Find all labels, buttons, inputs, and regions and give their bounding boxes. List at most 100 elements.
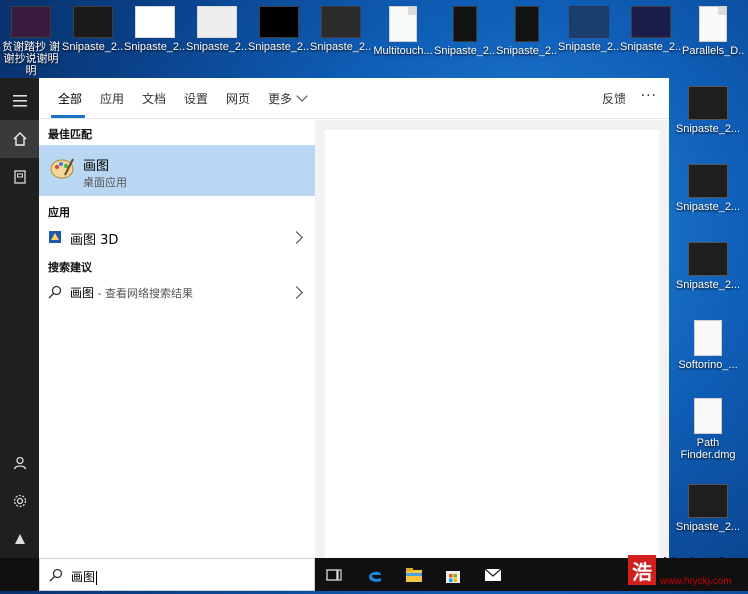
more-options-button[interactable]: ··· bbox=[641, 88, 657, 104]
search-query-text: 画图 bbox=[71, 570, 96, 584]
desktop-icon[interactable]: Multitouch... bbox=[372, 0, 434, 68]
tab-web[interactable]: 网页 bbox=[226, 90, 250, 107]
desktop-icon-label: Snipaste_2... bbox=[496, 45, 558, 57]
task-view-icon[interactable] bbox=[323, 564, 345, 586]
hamburger-menu-icon[interactable] bbox=[0, 82, 39, 120]
desktop-icon[interactable]: Snipaste_2... bbox=[310, 0, 372, 68]
desktop-icon-label: Snipaste_2... bbox=[675, 279, 741, 291]
feedback-hub-icon[interactable] bbox=[0, 520, 39, 558]
feedback-button[interactable]: 反馈 bbox=[602, 90, 626, 107]
desktop-icon[interactable]: Snipaste_2... bbox=[124, 0, 186, 68]
image-thumbnail-icon bbox=[569, 6, 609, 38]
desktop-icon-label: Snipaste_2... bbox=[675, 521, 741, 533]
desktop-icon[interactable]: Snipaste_2... bbox=[434, 0, 496, 68]
paint-app-icon bbox=[50, 158, 74, 179]
desktop-icon[interactable]: Snipaste_2... bbox=[668, 160, 748, 236]
store-icon[interactable] bbox=[442, 564, 464, 586]
desktop-icon[interactable]: Path Finder.dmg bbox=[668, 394, 748, 470]
desktop-icon-label: Snipaste_2... bbox=[124, 41, 186, 53]
user-icon[interactable] bbox=[0, 444, 39, 482]
desktop-icon-label: Snipaste_2... bbox=[434, 45, 496, 57]
best-match-result[interactable]: 画图 桌面应用 bbox=[39, 145, 315, 196]
suggestion-query: 画图 bbox=[70, 286, 95, 300]
desktop-icon[interactable]: Snipaste_2... bbox=[668, 82, 748, 158]
tab-settings[interactable]: 设置 bbox=[184, 90, 208, 107]
paint-3d-icon bbox=[49, 231, 61, 243]
image-thumbnail-icon bbox=[453, 6, 477, 42]
start-rail bbox=[0, 78, 39, 591]
app-result-paint3d[interactable]: 画图 3D bbox=[39, 223, 315, 251]
desktop-icon[interactable]: Snipaste_2... bbox=[620, 0, 682, 68]
watermark-url: www.hryckj.com bbox=[660, 576, 732, 587]
home-icon[interactable] bbox=[0, 120, 39, 158]
search-icon bbox=[48, 285, 62, 299]
taskbar-search-box[interactable]: 画图 bbox=[39, 558, 315, 591]
desktop-icon[interactable]: Snipaste_2... bbox=[558, 0, 620, 68]
desktop-icon-label: Snipaste_2... bbox=[310, 41, 372, 53]
text-caret bbox=[96, 570, 98, 585]
tab-more[interactable]: 更多 bbox=[268, 90, 308, 107]
app-result-label: 画图 3D bbox=[70, 233, 119, 248]
web-suggestion[interactable]: 画图 - 查看网络搜索结果 bbox=[39, 278, 315, 306]
active-tab-indicator bbox=[51, 115, 85, 118]
image-thumbnail-icon bbox=[688, 242, 728, 276]
search-icon bbox=[49, 568, 63, 582]
desktop-icon-label: 贫谢踏抄 谢谢抄说谢明明 bbox=[1, 41, 61, 77]
desktop-icon-label: Parallels_D... bbox=[682, 45, 744, 57]
desktop-icon[interactable]: Snipaste_2... bbox=[668, 238, 748, 314]
tab-all[interactable]: 全部 bbox=[58, 90, 82, 107]
desktop-icon[interactable]: Snipaste_2... bbox=[668, 480, 748, 556]
image-thumbnail-icon bbox=[688, 86, 728, 120]
section-suggestions: 搜索建议 bbox=[48, 261, 92, 274]
document-icon bbox=[699, 6, 727, 42]
best-match-subtitle: 桌面应用 bbox=[83, 176, 127, 189]
image-thumbnail-icon bbox=[688, 484, 728, 518]
desktop-icon-label: Snipaste_2... bbox=[620, 41, 682, 53]
document-icon bbox=[694, 320, 722, 356]
image-thumbnail-icon bbox=[321, 6, 361, 38]
image-thumbnail-icon bbox=[688, 164, 728, 198]
search-panel: 全部 应用 文档 设置 网页 更多 反馈 ··· 最佳匹配 画图 桌面应用 → … bbox=[39, 78, 669, 558]
desktop-icon-label: Snipaste_2... bbox=[62, 41, 124, 53]
mail-icon[interactable] bbox=[482, 564, 504, 586]
document-icon bbox=[389, 6, 417, 42]
tab-more-label: 更多 bbox=[268, 92, 293, 106]
suggestion-label: 画图 - 查看网络搜索结果 bbox=[70, 284, 193, 301]
preview-pane bbox=[315, 120, 669, 558]
edge-browser-icon[interactable] bbox=[364, 564, 386, 586]
suggestion-suffix: - 查看网络搜索结果 bbox=[94, 287, 193, 300]
gear-icon[interactable] bbox=[0, 482, 39, 520]
image-thumbnail-icon bbox=[197, 6, 237, 38]
desktop-icon[interactable]: Parallels_D... bbox=[682, 0, 744, 68]
desktop-icon[interactable]: Snipaste_2... bbox=[186, 0, 248, 68]
desktop-icon-label: Snipaste_2... bbox=[675, 201, 741, 213]
desktop-icon[interactable]: Snipaste_2... bbox=[496, 0, 558, 68]
desktop-icon[interactable]: 贫谢踏抄 谢谢抄说谢明明 bbox=[0, 0, 62, 77]
image-thumbnail-icon bbox=[73, 6, 113, 38]
document-icon bbox=[694, 398, 722, 434]
desktop-icon-label: Snipaste_2... bbox=[248, 41, 310, 53]
section-apps: 应用 bbox=[48, 206, 70, 219]
search-input[interactable]: 画图 bbox=[71, 568, 98, 585]
tab-documents[interactable]: 文档 bbox=[142, 90, 166, 107]
desktop-right-icons: Snipaste_2... Snipaste_2... Snipaste_2..… bbox=[668, 78, 748, 558]
desktop-icon[interactable]: Snipaste_2... bbox=[62, 0, 124, 68]
image-thumbnail-icon bbox=[631, 6, 671, 38]
image-thumbnail-icon bbox=[135, 6, 175, 38]
desktop-icon[interactable]: Snipaste_2... bbox=[248, 0, 310, 68]
desktop-icon-label: Softorino_... bbox=[678, 359, 738, 371]
desktop-icon-label: Snipaste_2... bbox=[186, 41, 248, 53]
desktop-icon-label: Multitouch... bbox=[373, 45, 433, 57]
desktop-icon-label: Path Finder.dmg bbox=[680, 437, 736, 461]
image-thumbnail-icon bbox=[259, 6, 299, 38]
search-tabs: 全部 应用 文档 设置 网页 更多 反馈 ··· bbox=[39, 78, 669, 119]
desktop-icon[interactable]: Softorino_... bbox=[668, 316, 748, 392]
desktop-icon-label: Snipaste_2... bbox=[675, 123, 741, 135]
tab-apps[interactable]: 应用 bbox=[100, 90, 124, 107]
chevron-right-icon bbox=[290, 286, 303, 299]
file-explorer-icon[interactable] bbox=[403, 564, 425, 586]
notebook-icon[interactable] bbox=[0, 158, 39, 196]
chevron-down-icon bbox=[296, 90, 308, 102]
site-watermark: 浩 然 文 城 www.hryckj.com bbox=[628, 553, 748, 591]
section-best-match: 最佳匹配 bbox=[48, 128, 92, 141]
